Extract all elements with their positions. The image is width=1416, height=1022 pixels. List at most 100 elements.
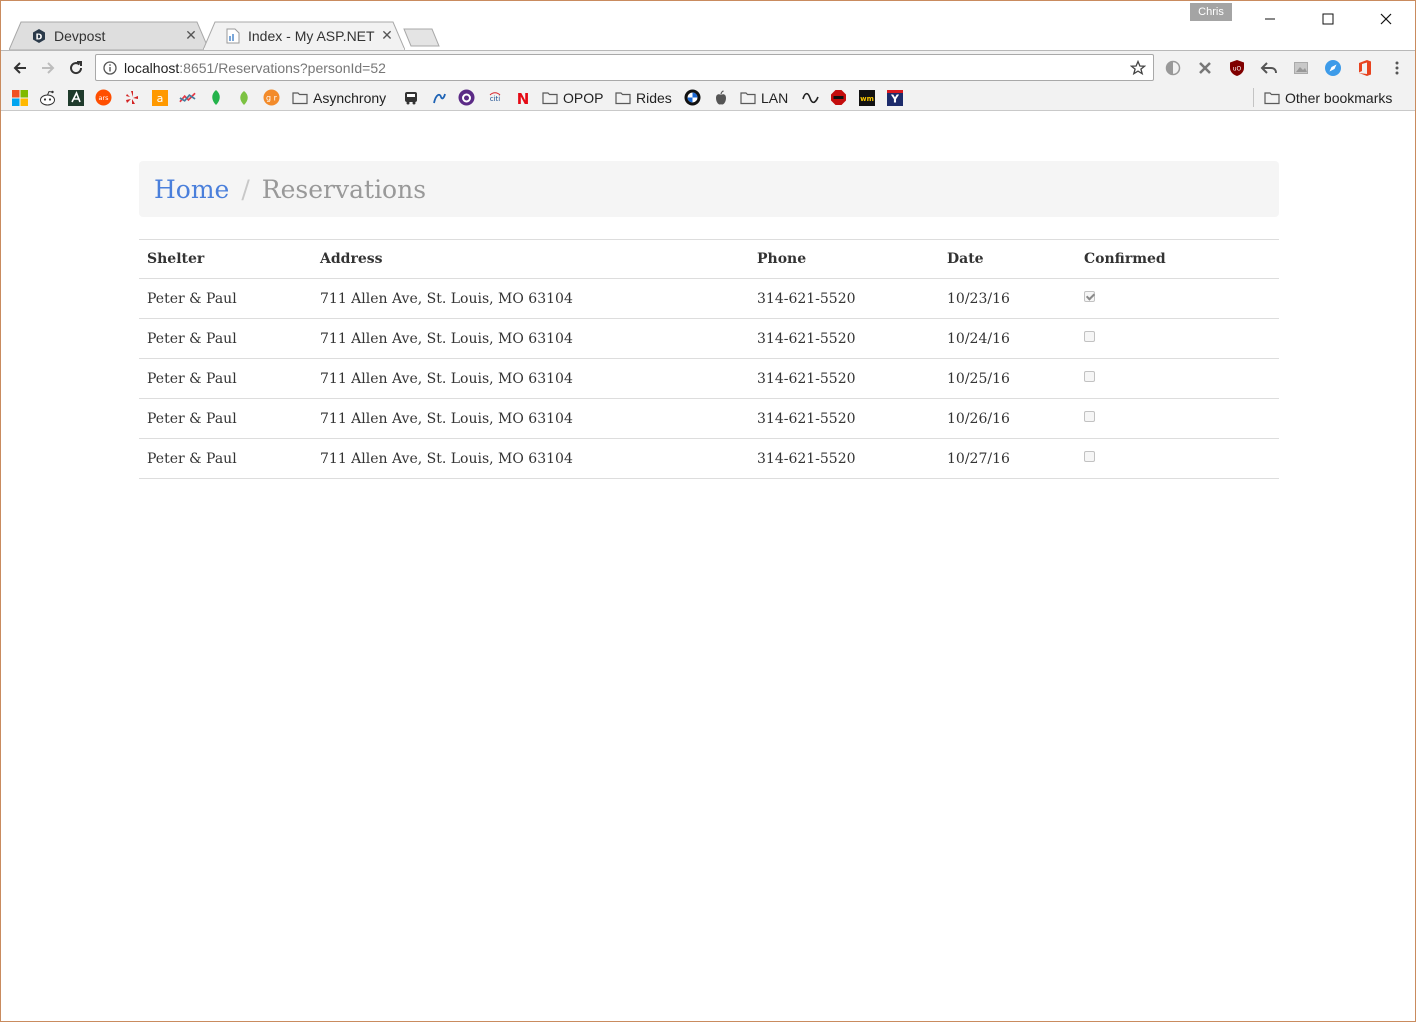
folder-icon — [740, 91, 756, 104]
bookmark-star-icon[interactable] — [1129, 59, 1147, 77]
breadcrumb-home-link[interactable]: Home — [154, 175, 229, 204]
svg-text:ars: ars — [98, 94, 109, 102]
bookmarks-bar: ars a g r Asynchrony citi N OPOP Rides L… — [1, 84, 1415, 111]
cell-phone: 314-621-5520 — [749, 318, 939, 359]
menu-kebab-icon[interactable] — [1388, 59, 1406, 77]
column-header-confirmed: Confirmed — [1076, 239, 1279, 279]
compass-extension-icon[interactable] — [1324, 59, 1342, 77]
browser-window: D Devpost ✕ Index - My ASP.NET ✕ Chris l… — [0, 0, 1416, 1022]
goodreads-bookmark-icon[interactable]: g r — [263, 89, 280, 106]
close-icon — [1380, 13, 1392, 25]
cell-date: 10/23/16 — [939, 278, 1076, 319]
cell-confirmed — [1076, 318, 1279, 359]
bmw-bookmark-icon[interactable] — [684, 89, 701, 106]
table-row: Peter & Paul 711 Allen Ave, St. Louis, M… — [139, 358, 1279, 399]
reload-icon — [70, 61, 83, 75]
folder-icon — [542, 91, 558, 104]
breadcrumb: Home / Reservations — [139, 161, 1279, 217]
confirmed-checkbox[interactable] — [1084, 331, 1095, 342]
chart-bookmark-icon[interactable] — [179, 89, 196, 106]
wave-bookmark-icon[interactable] — [802, 89, 819, 106]
tab-strip: D Devpost ✕ Index - My ASP.NET ✕ Chris — [1, 1, 1415, 50]
devpost-icon: D — [31, 28, 47, 44]
microsoft-bookmark-icon[interactable] — [11, 89, 28, 106]
cell-date: 10/25/16 — [939, 358, 1076, 399]
bus-bookmark-icon[interactable] — [402, 89, 419, 106]
confirmed-checkbox[interactable] — [1084, 371, 1095, 382]
cell-phone: 314-621-5520 — [749, 398, 939, 439]
bookmark-folder-opop[interactable]: OPOP — [542, 87, 603, 108]
tab-devpost[interactable]: D Devpost ✕ — [9, 21, 209, 50]
bookmark-folder-rides[interactable]: Rides — [615, 87, 672, 108]
wm-bookmark-icon[interactable]: wm — [858, 89, 875, 106]
purple-a-bookmark-icon[interactable] — [458, 89, 475, 106]
tab-content: Index - My ASP.NET ✕ — [203, 21, 405, 50]
new-tab-button[interactable] — [403, 28, 441, 47]
citi-bookmark-icon[interactable]: citi — [486, 89, 503, 106]
ym-bookmark-icon[interactable]: Y — [886, 89, 903, 106]
image-extension-icon[interactable] — [1292, 59, 1310, 77]
info-icon[interactable] — [96, 60, 124, 75]
stop-sign-bookmark-icon[interactable] — [830, 89, 847, 106]
tab-title: Index - My ASP.NET — [248, 27, 375, 44]
cell-shelter: Peter & Paul — [139, 278, 312, 319]
url-path: :8651/Reservations?personId=52 — [179, 59, 386, 76]
cell-confirmed — [1076, 398, 1279, 439]
cell-confirmed — [1076, 358, 1279, 399]
folder-icon — [292, 91, 308, 104]
amazon-bookmark-icon[interactable]: a — [151, 89, 168, 106]
reply-arrow-icon[interactable] — [1260, 59, 1278, 77]
apple-bookmark-icon[interactable] — [712, 89, 729, 106]
tab-index[interactable]: Index - My ASP.NET ✕ — [203, 21, 405, 50]
column-header-shelter: Shelter — [139, 239, 312, 279]
column-header-date: Date — [939, 239, 1076, 279]
ars-bookmark-icon[interactable]: ars — [95, 89, 112, 106]
svg-text:citi: citi — [489, 95, 500, 103]
close-icon[interactable]: ✕ — [379, 27, 395, 44]
cell-address: 711 Allen Ave, St. Louis, MO 63104 — [312, 358, 749, 399]
bookmark-folder-label: LAN — [761, 89, 789, 106]
confirmed-checkbox[interactable] — [1084, 411, 1095, 422]
table-row: Peter & Paul 711 Allen Ave, St. Louis, M… — [139, 318, 1279, 359]
bookmark-folder-label: Rides — [636, 89, 672, 106]
script-bookmark-icon[interactable] — [430, 89, 447, 106]
table-row: Peter & Paul 711 Allen Ave, St. Louis, M… — [139, 438, 1279, 479]
back-button[interactable] — [7, 55, 33, 81]
close-window-button[interactable] — [1357, 1, 1415, 37]
address-bar[interactable]: localhost:8651/Reservations?personId=52 — [95, 54, 1154, 81]
yelp-bookmark-icon[interactable] — [123, 89, 140, 106]
reload-button[interactable] — [63, 55, 89, 81]
cell-address: 711 Allen Ave, St. Louis, MO 63104 — [312, 318, 749, 359]
confirmed-checkbox[interactable] — [1084, 451, 1095, 462]
column-header-address: Address — [312, 239, 749, 279]
office-icon[interactable] — [1356, 59, 1374, 77]
reddit-bookmark-icon[interactable] — [39, 89, 56, 106]
url-host: localhost — [124, 59, 180, 76]
dark-mode-extension-icon[interactable] — [1164, 59, 1182, 77]
zoho-bookmark-icon[interactable] — [67, 89, 84, 106]
cell-date: 10/26/16 — [939, 398, 1076, 439]
close-icon[interactable]: ✕ — [183, 27, 199, 44]
green-leaf-bookmark-icon[interactable] — [235, 89, 252, 106]
breadcrumb-separator: / — [241, 174, 250, 204]
tools-extension-icon[interactable] — [1196, 59, 1214, 77]
cell-address: 711 Allen Ave, St. Louis, MO 63104 — [312, 398, 749, 439]
leaf-bookmark-icon[interactable] — [207, 89, 224, 106]
table-row: Peter & Paul 711 Allen Ave, St. Louis, M… — [139, 278, 1279, 319]
minimize-button[interactable] — [1241, 1, 1299, 37]
netflix-bookmark-icon[interactable]: N — [514, 89, 531, 106]
svg-text:uO: uO — [1233, 66, 1242, 73]
svg-text:a: a — [156, 92, 163, 105]
bookmark-folder-asynchrony[interactable]: Asynchrony — [292, 87, 386, 108]
table-header-row: Shelter Address Phone Date Confirmed — [139, 239, 1279, 279]
forward-button[interactable] — [35, 55, 61, 81]
maximize-button[interactable] — [1299, 1, 1357, 37]
ublock-shield-icon[interactable]: uO — [1228, 59, 1246, 77]
bookmark-folder-other[interactable]: Other bookmarks — [1264, 87, 1392, 108]
column-header-phone: Phone — [749, 239, 939, 279]
profile-badge[interactable]: Chris — [1190, 3, 1232, 21]
bookmark-folder-lan[interactable]: LAN — [740, 87, 788, 108]
cell-shelter: Peter & Paul — [139, 358, 312, 399]
confirmed-checkbox[interactable] — [1084, 291, 1095, 302]
cell-date: 10/24/16 — [939, 318, 1076, 359]
